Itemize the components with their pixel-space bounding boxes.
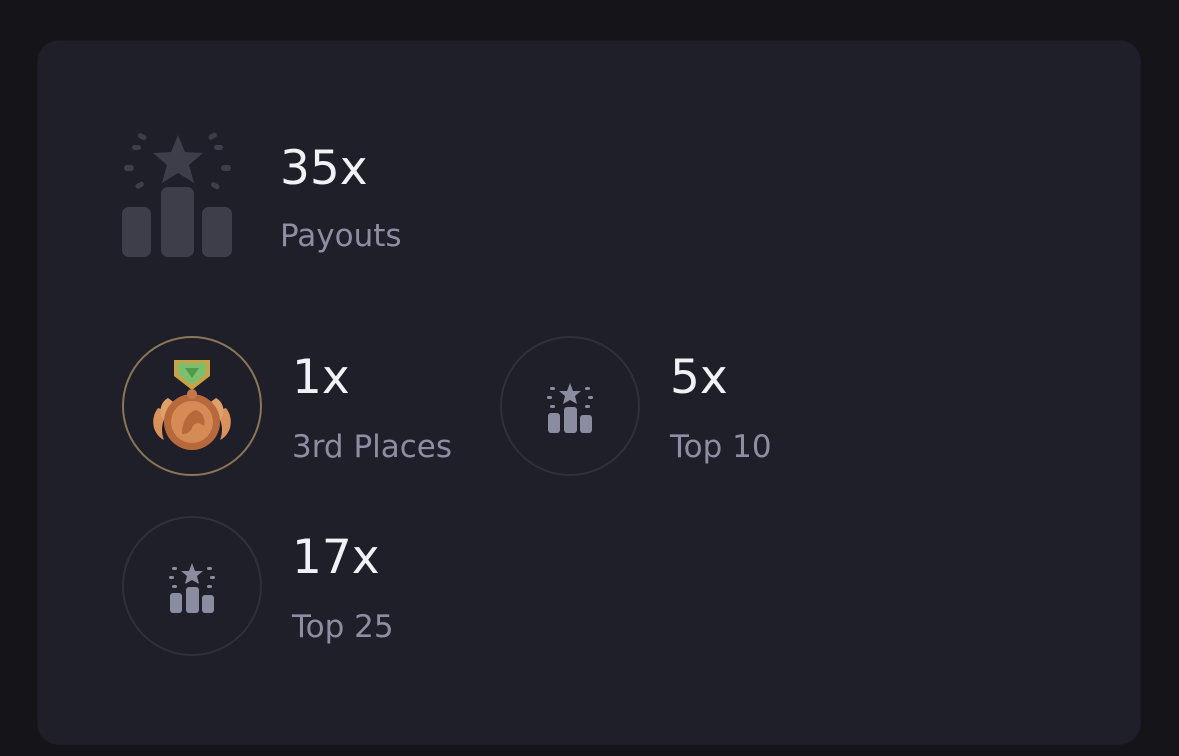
payouts-count: 35x (280, 141, 368, 196)
third-place-badge (122, 336, 262, 476)
top-10-count: 5x (670, 350, 728, 405)
third-places-count: 1x (292, 350, 350, 405)
top-25-count: 17x (292, 530, 380, 585)
top-10-badge (500, 336, 640, 476)
bronze-medal-icon (153, 360, 231, 450)
top-10-label: Top 10 (670, 429, 772, 465)
payouts-label: Payouts (280, 218, 402, 254)
podium-icon (547, 383, 593, 433)
podium-icon (169, 563, 215, 613)
podium-icon (122, 132, 232, 257)
top-25-badge (122, 516, 262, 656)
top-25-label: Top 25 (292, 609, 394, 645)
third-places-label: 3rd Places (292, 429, 453, 465)
payout-stats-card: 35x Payouts 1x 3rd Places 5x Top 10 17x … (38, 41, 1140, 744)
